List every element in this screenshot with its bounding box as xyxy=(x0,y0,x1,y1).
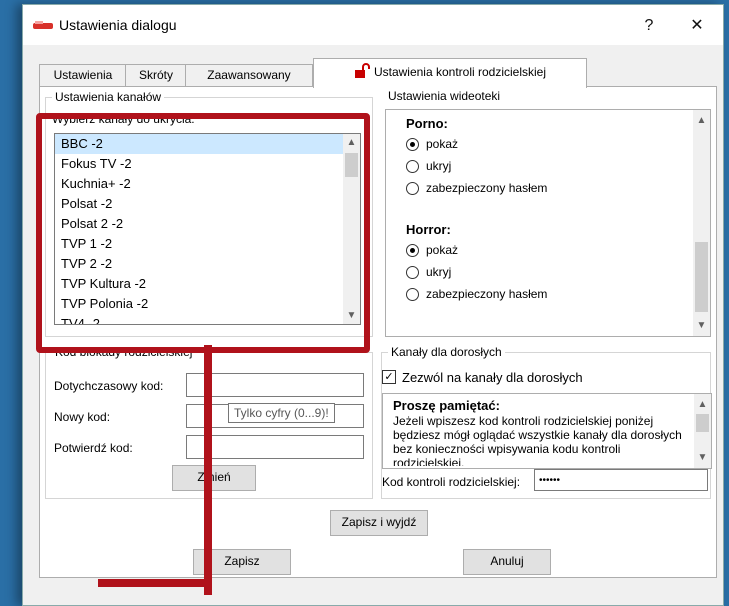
channel-list-label: Wybierz kanały do ukrycia: xyxy=(52,112,195,126)
tab-ustawienia[interactable]: Ustawienia xyxy=(39,64,127,87)
help-icon: ? xyxy=(644,17,654,34)
parental-code-label: Kod kontroli rodzicielskiej: xyxy=(382,475,521,489)
channel-list-item[interactable]: TVP 1 -2 xyxy=(55,234,360,254)
scroll-down-arrow-icon[interactable]: ▼ xyxy=(693,317,710,334)
adult-note-text: Jeżeli wpiszesz kod kontroli rodzicielsk… xyxy=(393,414,682,466)
digits-only-tooltip: Tylko cyfry (0...9)! xyxy=(228,403,335,423)
video-category-radio-option[interactable]: zabezpieczony hasłem xyxy=(406,284,547,304)
video-category-radio-option[interactable]: pokaż xyxy=(406,134,458,154)
scroll-up-arrow-icon[interactable]: ▲ xyxy=(343,134,360,151)
channel-list-item[interactable]: Fokus TV -2 xyxy=(55,154,360,174)
help-button[interactable]: ? xyxy=(629,13,669,39)
adult-channels-group: Kanały dla dorosłych ✓ Zezwól na kanały … xyxy=(381,345,712,499)
radio-label: pokaż xyxy=(426,137,459,151)
channel-list-item[interactable]: BBC -2 xyxy=(55,134,360,154)
adult-note-title: Proszę pamiętać: xyxy=(393,398,500,413)
adult-channels-title: Kanały dla dorosłych xyxy=(388,345,505,359)
channel-listbox[interactable]: BBC -2 Fokus TV -2 Kuchnia+ -2 Polsat -2 Pol… xyxy=(54,133,361,325)
current-code-input[interactable] xyxy=(186,373,364,397)
scroll-up-arrow-icon[interactable]: ▲ xyxy=(693,112,710,129)
close-icon: ✕ xyxy=(690,17,704,34)
radio-button[interactable] xyxy=(406,181,419,195)
cancel-button[interactable]: Anuluj xyxy=(463,549,551,575)
parental-control-panel: Ustawienia kanałów Wybierz kanały do ukr… xyxy=(39,86,717,578)
new-code-label: Nowy kod: xyxy=(54,410,111,424)
scroll-down-arrow-icon[interactable]: ▼ xyxy=(694,449,711,466)
radio-label: zabezpieczony hasłem xyxy=(426,287,548,301)
video-category-radio-option[interactable]: zabezpieczony hasłem xyxy=(406,178,547,198)
unlocked-padlock-icon xyxy=(354,63,370,78)
title-bar: Ustawienia dialogu ? ✕ xyxy=(23,5,723,45)
tab-skroty[interactable]: Skróty xyxy=(125,64,187,87)
scroll-down-arrow-icon[interactable]: ▼ xyxy=(343,307,360,324)
video-category-title: Horror: xyxy=(406,222,451,237)
video-category-radio-option[interactable]: pokaż xyxy=(406,240,458,260)
radio-button[interactable] xyxy=(406,243,419,257)
annotation-connector-foot xyxy=(98,579,212,587)
scrollbar-thumb[interactable] xyxy=(696,414,709,432)
change-code-button[interactable]: Zmień xyxy=(172,465,256,491)
app-icon xyxy=(33,21,53,29)
channel-settings-title: Ustawienia kanałów xyxy=(52,90,165,104)
allow-adult-checkbox[interactable]: ✓ xyxy=(382,370,396,384)
video-category-radio-option[interactable]: ukryj xyxy=(406,262,451,282)
adult-note-content: Proszę pamiętać: Jeżeli wpiszesz kod kon… xyxy=(393,398,688,466)
video-library-box: Porno: pokaż ukryj zabezpieczony hasłem Horr… xyxy=(385,109,711,337)
radio-label: ukryj xyxy=(426,159,452,173)
parental-code-input[interactable]: •••••• xyxy=(534,469,708,491)
tab-parental-control-label: Ustawienia kontroli rodzicielskiej xyxy=(373,65,547,79)
radio-button[interactable] xyxy=(406,287,419,301)
radio-button[interactable] xyxy=(406,159,419,173)
save-button[interactable]: Zapisz xyxy=(193,549,291,575)
video-category-radio-option[interactable]: ukryj xyxy=(406,156,451,176)
video-library-title: Ustawienia wideoteki xyxy=(385,89,504,103)
radio-label: ukryj xyxy=(426,265,452,279)
save-exit-button[interactable]: Zapisz i wyjdź xyxy=(330,510,428,536)
tab-parental-control[interactable]: Ustawienia kontroli rodzicielskiej xyxy=(313,58,587,88)
adult-note-scrollbar[interactable]: ▲ ▼ xyxy=(694,394,711,468)
radio-label: zabezpieczony hasłem xyxy=(426,181,548,195)
video-category-title: Porno: xyxy=(406,116,448,131)
scrollbar-thumb[interactable] xyxy=(695,242,708,312)
confirm-code-input[interactable] xyxy=(186,435,364,459)
channel-list-item[interactable]: Kuchnia+ -2 xyxy=(55,174,360,194)
channel-list: BBC -2 Fokus TV -2 Kuchnia+ -2 Polsat -2 Pol… xyxy=(55,134,360,324)
allow-adult-label: Zezwól na kanały dla dorosłych xyxy=(402,369,583,385)
radio-button[interactable] xyxy=(406,137,419,151)
channel-list-item[interactable]: Polsat -2 xyxy=(55,194,360,214)
tab-zaawansowany[interactable]: Zaawansowany xyxy=(185,64,313,87)
close-button[interactable]: ✕ xyxy=(677,13,717,39)
channel-list-item[interactable]: TVP 2 -2 xyxy=(55,254,360,274)
radio-label: pokaż xyxy=(426,243,459,257)
scrollbar-thumb[interactable] xyxy=(345,153,358,177)
current-code-label: Dotychczasowy kod: xyxy=(54,379,164,393)
confirm-code-label: Potwierdź kod: xyxy=(54,441,133,455)
scroll-up-arrow-icon[interactable]: ▲ xyxy=(694,396,711,413)
adult-note-box: Proszę pamiętać: Jeżeli wpiszesz kod kon… xyxy=(382,393,712,469)
window-title: Ustawienia dialogu xyxy=(59,17,177,33)
channel-list-item[interactable]: Polsat 2 -2 xyxy=(55,214,360,234)
channel-list-item[interactable]: TVP Polonia -2 xyxy=(55,294,360,314)
lock-code-title: Kod blokady rodzicielskiej xyxy=(52,345,196,359)
channel-list-scrollbar[interactable]: ▲ ▼ xyxy=(343,134,360,324)
lock-code-group: Kod blokady rodzicielskiej Dotychczasowy… xyxy=(45,345,373,499)
allow-adult-checkbox-row[interactable]: ✓ Zezwól na kanały dla dorosłych xyxy=(382,367,583,387)
settings-dialog: Ustawienia dialogu ? ✕ Ustawienia Skróty… xyxy=(22,4,724,606)
channel-list-item[interactable]: TVP Kultura -2 xyxy=(55,274,360,294)
video-library-group: Ustawienia wideoteki Porno: pokaż ukryj zab… xyxy=(385,89,711,337)
channel-list-item[interactable]: TV4 -2 xyxy=(55,314,360,324)
radio-button[interactable] xyxy=(406,265,419,279)
video-library-scrollbar[interactable]: ▲ ▼ xyxy=(693,110,710,336)
channel-settings-group: Ustawienia kanałów Wybierz kanały do ukr… xyxy=(45,90,373,337)
